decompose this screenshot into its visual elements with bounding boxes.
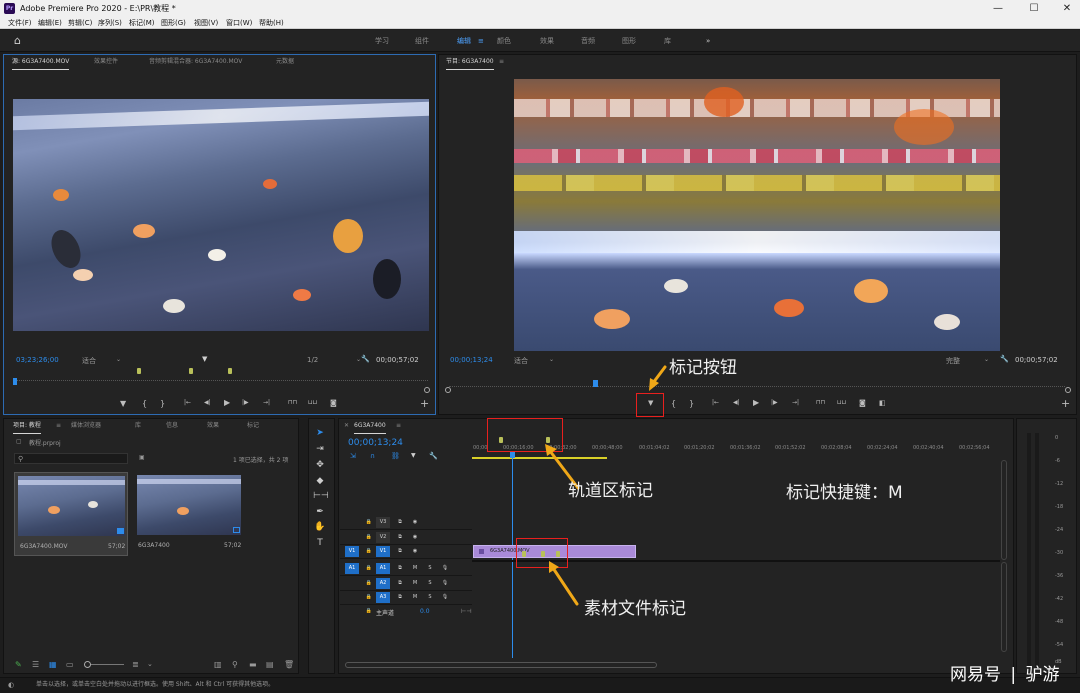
watermark-brand: 网易号 bbox=[950, 665, 1001, 685]
watermark: 网易号 | 驴游 bbox=[950, 660, 1060, 685]
arrow-to-clip-marker bbox=[551, 566, 579, 606]
watermark-separator: | bbox=[1010, 665, 1017, 685]
watermark-author: 驴游 bbox=[1025, 665, 1060, 685]
annotation-track-marker: 轨道区标记 bbox=[568, 481, 653, 501]
arrow-to-marker-button bbox=[651, 365, 667, 385]
annotation-clip-marker: 素材文件标记 bbox=[584, 599, 686, 619]
annotation-shortcut: 标记快捷键：M bbox=[786, 483, 903, 503]
annotation-arrows bbox=[545, 365, 667, 606]
annotation-marker-button: 标记按钮 bbox=[669, 358, 737, 378]
